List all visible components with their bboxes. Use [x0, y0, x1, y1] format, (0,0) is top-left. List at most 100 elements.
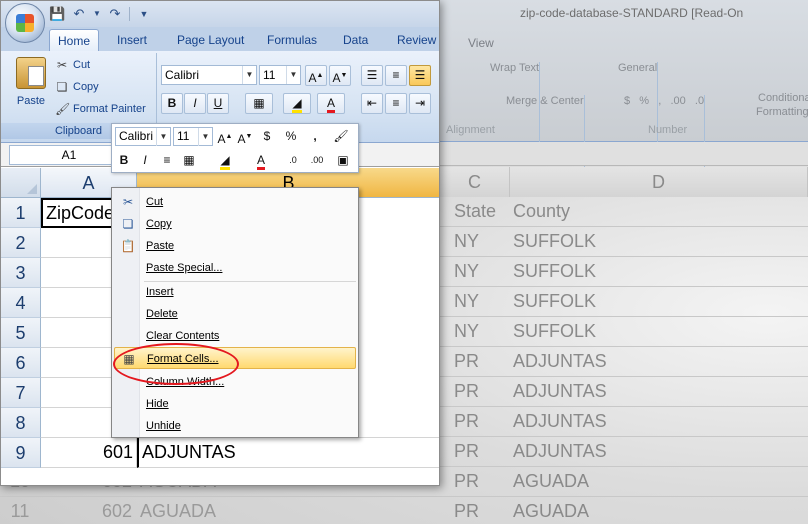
table-row[interactable]: NY SUFFOLK [440, 287, 808, 317]
menu-item-column-width[interactable]: Column Width... [114, 371, 356, 393]
bold-button[interactable]: B [161, 93, 183, 114]
row-header[interactable]: 6 [1, 348, 41, 378]
row-header[interactable]: 3 [1, 258, 41, 288]
underline-button[interactable]: U [207, 93, 229, 114]
quick-access-toolbar: 💾 ↶ ▼ ↷ ▼ [49, 6, 152, 22]
mini-fill-color-icon[interactable]: ◢ [216, 151, 234, 170]
cell-a9[interactable]: 601 [41, 438, 137, 468]
shrink-font-icon[interactable]: A▼ [236, 127, 254, 146]
row-header[interactable]: 5 [1, 318, 41, 348]
column-header-c[interactable]: C [440, 167, 510, 197]
scissors-icon: ✂ [56, 58, 68, 72]
table-row[interactable]: PR AGUADA [440, 497, 808, 524]
currency-icon[interactable]: $ [258, 127, 276, 146]
grow-font-icon[interactable]: A▲ [216, 127, 234, 146]
menu-item-paste[interactable]: 📋 Paste [114, 235, 356, 257]
tab-home[interactable]: Home [49, 29, 100, 51]
tab-formulas[interactable]: Formulas [259, 29, 325, 51]
table-row[interactable]: PR AGUADA [440, 467, 808, 497]
office-button[interactable] [5, 3, 45, 43]
align-top-button[interactable]: ☰ [361, 65, 383, 86]
row-header[interactable]: 1 [1, 198, 41, 228]
cut-button[interactable]: ✂ Cut [55, 55, 90, 75]
copy-button[interactable]: ❏ Copy [55, 77, 99, 97]
row-header[interactable]: 2 [1, 228, 41, 258]
scissors-icon: ✂ [122, 195, 134, 209]
merge-cells-icon[interactable]: ▣ [334, 151, 352, 170]
paste-button[interactable]: Paste [9, 57, 53, 121]
table-row[interactable]: 11 602 AGUADA [0, 497, 440, 524]
chevron-down-icon[interactable]: ▼ [198, 128, 212, 146]
comma-style-icon[interactable]: , [306, 127, 324, 146]
row-header[interactable]: 9 [1, 438, 41, 468]
alignment-group: ☰ ≡ ☰ ⇤ ≡ ⇥ [357, 53, 439, 139]
mini-font-color-icon[interactable]: A [252, 151, 270, 170]
menu-item-paste-special[interactable]: Paste Special... [114, 257, 356, 279]
format-painter-button[interactable]: 🖌 Format Painter [55, 99, 146, 119]
customize-qat-icon[interactable]: ▼ [136, 6, 152, 22]
chevron-down-icon[interactable]: ▼ [242, 66, 256, 84]
menu-item-cut[interactable]: ✂ Cut [114, 191, 356, 213]
font-color-button[interactable]: A [317, 93, 345, 114]
table-row[interactable]: NY SUFFOLK [440, 257, 808, 287]
menu-item-unhide[interactable]: Unhide [114, 415, 356, 437]
save-icon[interactable]: 💾 [49, 6, 65, 22]
tab-page-layout[interactable]: Page Layout [169, 29, 252, 51]
chevron-down-icon[interactable]: ▼ [156, 128, 170, 146]
shrink-font-button[interactable]: A▼ [329, 65, 351, 86]
mini-font-name-dropdown[interactable]: Calibri ▼ [115, 127, 171, 146]
table-row[interactable]: State County [440, 197, 808, 227]
copy-icon: ❏ [56, 80, 68, 94]
cell-b9[interactable]: ADJUNTAS [137, 438, 439, 468]
window-title: zip-code-database-STANDARD [Read-On [520, 6, 744, 20]
format-painter-icon[interactable]: 🖌 [332, 127, 350, 146]
table-row[interactable]: PR ADJUNTAS [440, 377, 808, 407]
paste-icon: 📋 [120, 239, 136, 253]
row-header[interactable]: 8 [1, 408, 41, 438]
align-middle-button[interactable]: ≡ [385, 65, 407, 86]
align-bottom-button[interactable]: ☰ [409, 65, 431, 86]
select-all-button[interactable] [1, 168, 41, 198]
mini-italic-icon[interactable]: I [136, 151, 154, 170]
align-left-button[interactable]: ⇤ [361, 93, 383, 114]
table-row[interactable]: NY SUFFOLK [440, 227, 808, 257]
dropdown-arrow-icon[interactable]: ▼ [93, 6, 101, 22]
row-header[interactable]: 4 [1, 288, 41, 318]
align-center-button[interactable]: ≡ [385, 93, 407, 114]
table-row[interactable]: PR ADJUNTAS [440, 347, 808, 377]
tab-review[interactable]: Review [389, 29, 439, 51]
align-right-button[interactable]: ⇥ [409, 93, 431, 114]
fill-color-button[interactable]: ◢ [283, 93, 311, 114]
chevron-down-icon[interactable]: ▼ [286, 66, 300, 84]
table-row[interactable]: PR ADJUNTAS [440, 407, 808, 437]
excel-window: 💾 ↶ ▼ ↷ ▼ Home Insert Page Layout Formul… [0, 0, 440, 486]
row-header[interactable]: 7 [1, 378, 41, 408]
mini-bold-icon[interactable]: B [115, 151, 133, 170]
table-row[interactable]: NY SUFFOLK [440, 317, 808, 347]
menu-item-copy[interactable]: ❏ Copy [114, 213, 356, 235]
increase-decimal-icon[interactable]: .0 [284, 151, 302, 170]
column-header-d[interactable]: D [510, 167, 808, 197]
mini-center-icon[interactable]: ≡ [158, 151, 176, 170]
menu-item-insert[interactable]: Insert [114, 281, 356, 303]
tab-insert[interactable]: Insert [109, 29, 155, 51]
menu-item-clear-contents[interactable]: Clear Contents [114, 325, 356, 347]
menu-item-delete[interactable]: Delete [114, 303, 356, 325]
tab-data[interactable]: Data [335, 29, 376, 51]
italic-button[interactable]: I [184, 93, 206, 114]
menu-item-format-cells[interactable]: ▦ Format Cells... [114, 347, 356, 369]
formula-bar-bg [440, 142, 808, 166]
percent-icon[interactable]: % [282, 127, 300, 146]
menu-item-hide[interactable]: Hide [114, 393, 356, 415]
decrease-decimal-icon[interactable]: .00 [308, 151, 326, 170]
redo-icon[interactable]: ↷ [107, 6, 123, 22]
tab-view[interactable]: View [460, 32, 502, 54]
mini-font-size-dropdown[interactable]: 11 ▼ [173, 127, 213, 146]
mini-borders-icon[interactable]: ▦ [180, 151, 198, 170]
table-row[interactable]: PR ADJUNTAS [440, 437, 808, 467]
borders-button[interactable]: ▦ [245, 93, 273, 114]
undo-icon[interactable]: ↶ [71, 6, 87, 22]
grow-font-button[interactable]: A▲ [305, 65, 327, 86]
font-size-dropdown[interactable]: 11 ▼ [259, 65, 301, 85]
font-name-dropdown[interactable]: Calibri ▼ [161, 65, 257, 85]
